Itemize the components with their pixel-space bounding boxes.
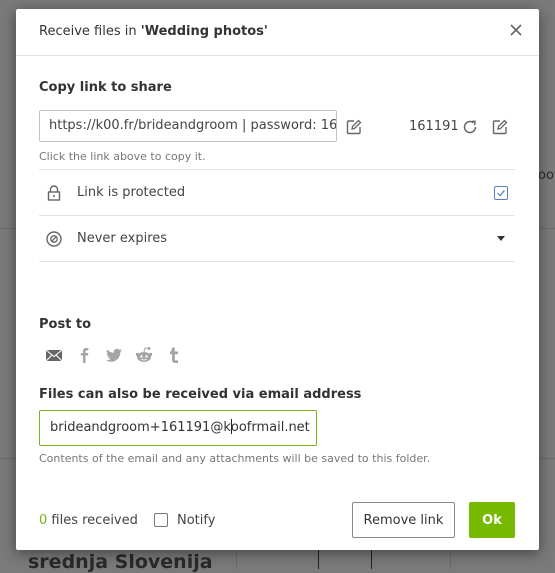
dialog-title-prefix: Receive files in <box>39 24 141 39</box>
receive-email-field[interactable]: brideandgroom+161191@koofrmail.net <box>39 410 317 446</box>
email-hint: Contents of the email and any attachment… <box>39 452 431 465</box>
share-heading: Copy link to share <box>39 80 172 95</box>
link-protected-checkbox[interactable] <box>494 186 508 200</box>
ok-button[interactable]: Ok <box>469 502 515 538</box>
no-expiry-icon <box>46 231 62 247</box>
background-divider <box>371 550 372 569</box>
lock-icon <box>47 185 61 201</box>
close-icon[interactable] <box>508 22 524 38</box>
notify-checkbox-box[interactable] <box>154 513 168 527</box>
edit-link-icon[interactable] <box>345 118 363 136</box>
link-protected-row[interactable]: Link is protected <box>39 169 515 216</box>
email-receive-heading: Files can also be received via email add… <box>39 387 362 402</box>
reddit-share-icon[interactable] <box>134 345 154 365</box>
notify-label: Notify <box>177 513 216 528</box>
background-divider <box>450 550 451 569</box>
receive-files-dialog: Receive files in 'Wedding photos' Copy l… <box>16 9 539 550</box>
background-text: oot <box>538 168 555 183</box>
email-share-icon[interactable] <box>44 345 64 365</box>
files-received-count: 0 files received <box>39 513 138 528</box>
files-count-label: files received <box>47 513 138 528</box>
tumblr-share-icon[interactable] <box>164 345 184 365</box>
edit-password-icon[interactable] <box>491 118 509 136</box>
expiry-dropdown-caret-icon[interactable] <box>497 236 505 241</box>
dialog-header: Receive files in 'Wedding photos' <box>16 9 539 56</box>
password-value: 161191 <box>409 119 459 134</box>
twitter-share-icon[interactable] <box>104 345 124 365</box>
email-value-end: oofrmail.net <box>230 420 310 435</box>
background-divider <box>236 550 237 569</box>
expiry-row[interactable]: Never expires <box>39 215 515 262</box>
facebook-share-icon[interactable] <box>74 345 94 365</box>
background-divider <box>318 550 319 569</box>
dialog-title: Receive files in 'Wedding photos' <box>39 24 268 39</box>
share-link-field[interactable]: https://k00.fr/brideandgroom | password:… <box>39 110 337 142</box>
background-region-text: srednja Slovenija <box>28 551 213 573</box>
copy-link-hint: Click the link above to copy it. <box>39 150 206 163</box>
remove-link-button[interactable]: Remove link <box>352 502 455 538</box>
link-protected-label: Link is protected <box>77 185 186 200</box>
email-value-start: brideandgroom+161191@k <box>50 420 231 435</box>
checkmark-icon <box>497 190 505 197</box>
dialog-title-folder: 'Wedding photos' <box>140 24 268 39</box>
divider <box>39 261 515 262</box>
refresh-password-icon[interactable] <box>461 118 479 136</box>
expiry-label: Never expires <box>77 231 168 246</box>
post-to-heading: Post to <box>39 317 92 332</box>
